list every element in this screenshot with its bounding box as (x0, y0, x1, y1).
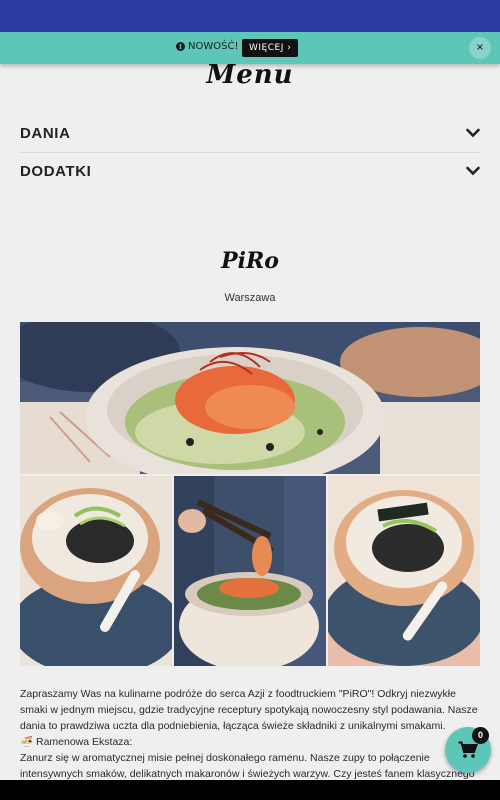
description-section-title: 🍜 Ramenowa Ekstaza: (20, 736, 133, 748)
category-label: DODATKI (20, 162, 92, 180)
restaurant-city: Warszawa (224, 292, 276, 304)
banner-text: NOWOŚĆ! (188, 41, 239, 52)
cart-icon (458, 741, 478, 758)
gallery-photo-ramen-1[interactable] (20, 476, 172, 666)
bottom-system-bar (0, 780, 500, 800)
gallery-photo-main[interactable] (20, 322, 480, 474)
more-button[interactable]: WIĘCEJ › (242, 39, 299, 57)
restaurant-description: Zapraszamy Was na kulinarne podróże do s… (20, 686, 480, 782)
gallery-photo-chopsticks[interactable] (174, 476, 326, 666)
gallery-photo-ramen-2[interactable] (328, 476, 480, 666)
category-dodatki[interactable]: DODATKI (20, 152, 480, 190)
banner-info: i NOWOŚĆ! (176, 41, 238, 52)
category-dania[interactable]: DANIA (20, 114, 480, 152)
chevron-down-icon (466, 128, 480, 138)
info-icon: i (176, 42, 185, 51)
cart-count-badge: 0 (472, 727, 489, 744)
chevron-down-icon (466, 166, 480, 176)
description-section-text: Zanurz się w aromatycznej misie pełnej d… (20, 752, 475, 780)
category-label: DANIA (20, 124, 71, 142)
close-banner-button[interactable]: × (469, 37, 491, 59)
announcement-banner: i NOWOŚĆ! WIĘCEJ › × (0, 32, 500, 64)
description-intro: Zapraszamy Was na kulinarne podróże do s… (20, 688, 478, 732)
top-app-bar (0, 0, 500, 32)
menu-title: Menu (206, 60, 294, 90)
restaurant-name: PiRo (221, 248, 279, 274)
